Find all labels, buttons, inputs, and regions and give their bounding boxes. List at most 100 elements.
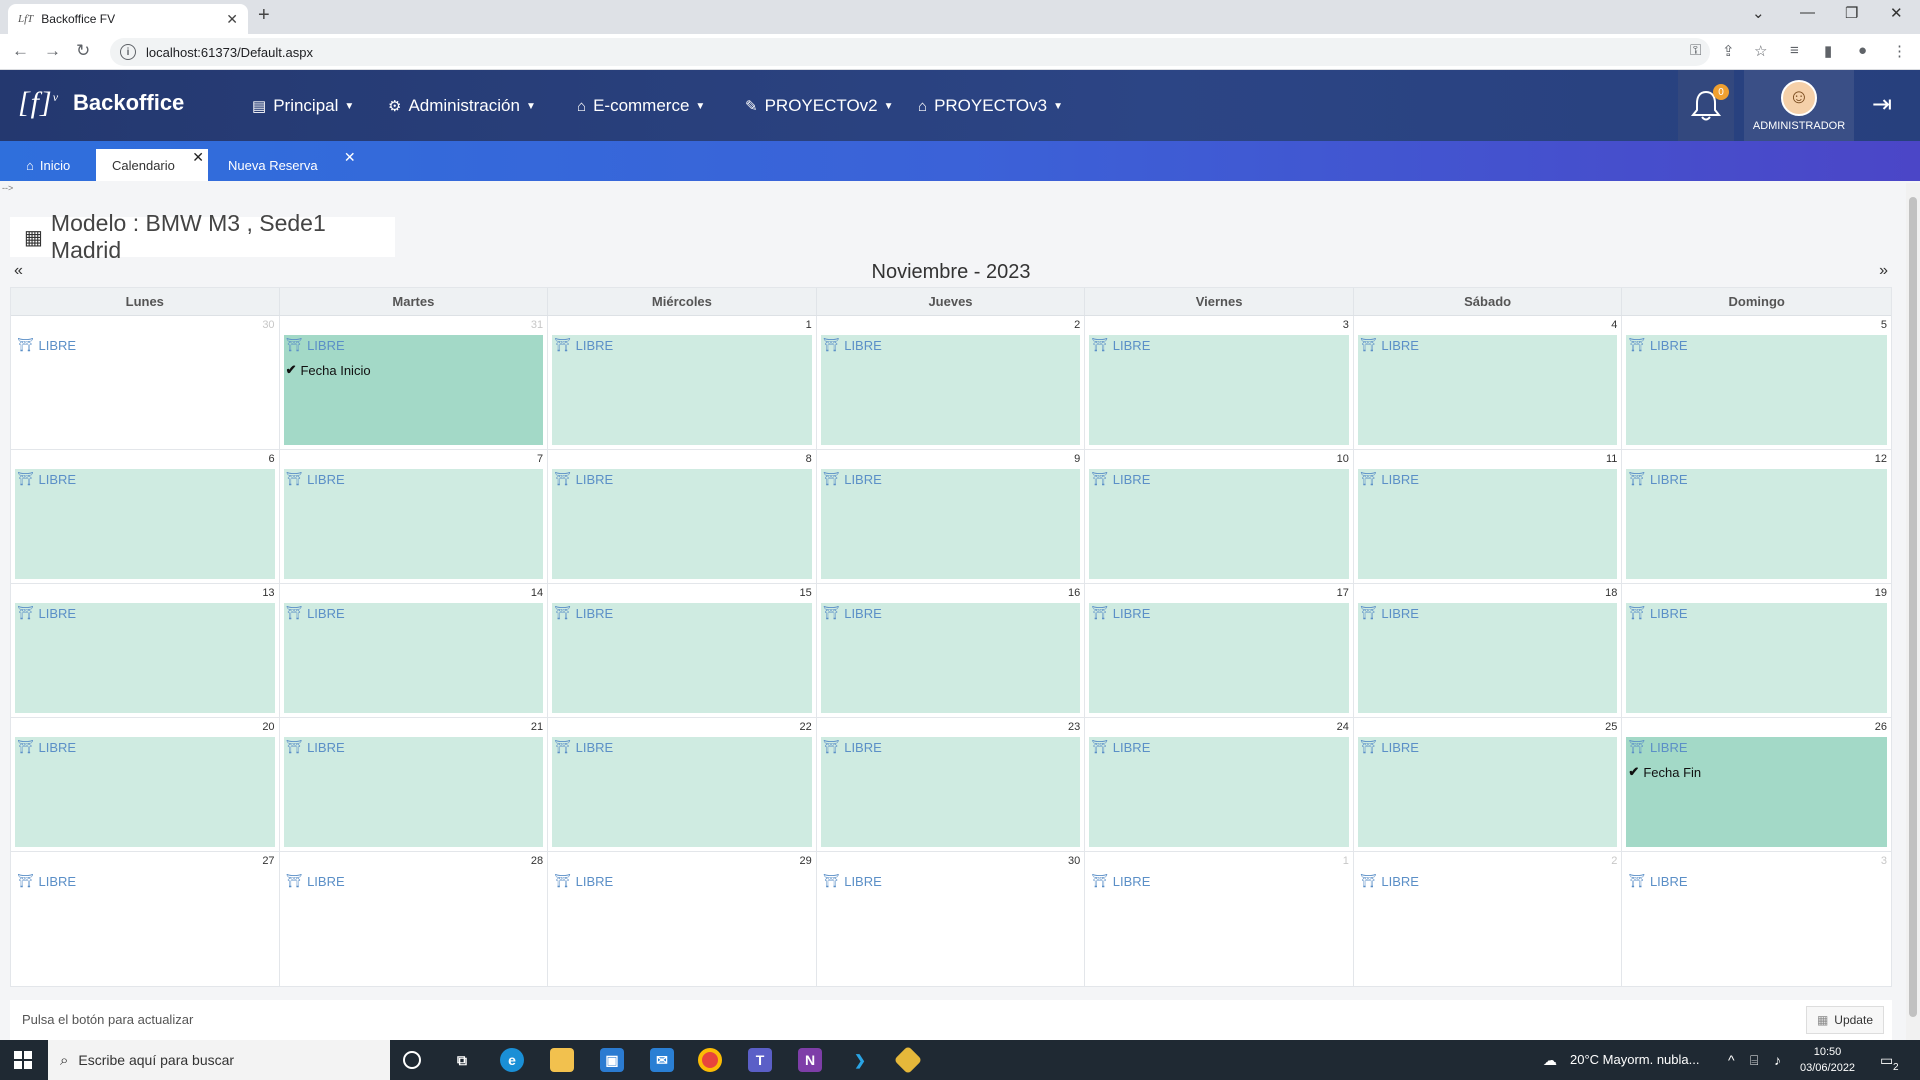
calendar-day-cell[interactable]: 20 ⛩ LIBRE [11, 718, 280, 851]
calendar-day-cell[interactable]: 13 ⛩ LIBRE [11, 584, 280, 717]
availability-slot[interactable]: ⛩ LIBRE [820, 737, 1081, 847]
calendar-day-cell[interactable]: 1 ⛩ LIBRE [548, 316, 817, 449]
availability-slot[interactable]: ⛩ LIBRE [1089, 335, 1349, 445]
availability-slot[interactable]: ⛩ LIBRE [552, 871, 812, 981]
calendar-day-cell[interactable]: 31 ⛩ LIBRE ✔ Fecha Inicio [280, 316, 549, 449]
teams-icon[interactable]: T [748, 1048, 772, 1072]
menu-proyectov2[interactable]: ✎ PROYECTOv2 ▼ [745, 96, 894, 116]
visual-studio-icon[interactable]: N [798, 1048, 822, 1072]
edge-icon[interactable]: e [500, 1048, 524, 1072]
notifications-button[interactable]: 0 [1678, 70, 1734, 141]
profile-icon[interactable]: ● [1858, 42, 1867, 59]
availability-slot[interactable]: ⛩ LIBRE ✔ Fecha Fin [1626, 737, 1887, 847]
calendar-day-cell[interactable]: 7 ⛩ LIBRE [280, 450, 549, 583]
menu-administracion[interactable]: ⚙ Administración ▼ [388, 96, 536, 116]
windows-start-icon[interactable] [14, 1051, 32, 1069]
availability-slot[interactable]: ⛩ LIBRE [15, 737, 275, 847]
availability-slot[interactable]: ⛩ LIBRE [1357, 469, 1618, 579]
forward-arrow-icon[interactable]: → [44, 41, 61, 61]
calendar-day-cell[interactable]: 24 ⛩ LIBRE [1085, 718, 1354, 851]
new-tab-button[interactable]: + [258, 4, 270, 27]
chrome-icon[interactable] [698, 1048, 722, 1072]
availability-slot[interactable]: ⛩ LIBRE [1358, 871, 1618, 981]
calendar-day-cell[interactable]: 1 ⛩ LIBRE [1085, 852, 1354, 986]
availability-slot[interactable]: ⛩ LIBRE [552, 603, 812, 713]
network-icon[interactable]: ⌸ [1750, 1052, 1758, 1069]
availability-slot[interactable]: ⛩ LIBRE [552, 335, 812, 445]
availability-slot[interactable]: ⛩ LIBRE [1357, 603, 1618, 713]
calendar-day-cell[interactable]: 2 ⛩ LIBRE [1354, 852, 1623, 986]
availability-slot[interactable]: ⛩ LIBRE [1626, 335, 1887, 445]
git-icon[interactable] [893, 1045, 923, 1075]
brand[interactable]: [f]v Backoffice [18, 86, 184, 120]
calendar-day-cell[interactable]: 15 ⛩ LIBRE [548, 584, 817, 717]
availability-slot[interactable]: ⛩ LIBRE [820, 603, 1081, 713]
calendar-day-cell[interactable]: 8 ⛩ LIBRE [548, 450, 817, 583]
availability-slot[interactable]: ⛩ LIBRE [15, 469, 275, 579]
share-icon[interactable]: ⇪ [1722, 42, 1735, 60]
tab-nueva-reserva[interactable]: Nueva Reserva ✕ [212, 149, 356, 181]
cortana-icon[interactable] [403, 1051, 421, 1069]
reading-list-icon[interactable]: ≡ [1790, 42, 1799, 59]
calendar-day-cell[interactable]: 28 ⛩ LIBRE [280, 852, 549, 986]
availability-slot[interactable]: ⛩ LIBRE [1089, 737, 1349, 847]
reload-icon[interactable]: ↻ [76, 41, 90, 61]
menu-kebab-icon[interactable]: ⋮ [1892, 42, 1907, 60]
availability-slot[interactable]: ⛩ LIBRE [1089, 871, 1349, 981]
menu-ecommerce[interactable]: ⌂ E-commerce ▼ [577, 96, 705, 116]
info-icon[interactable]: i [120, 44, 136, 60]
close-window-icon[interactable]: ✕ [1890, 4, 1903, 22]
availability-slot[interactable]: ⛩ LIBRE [821, 871, 1081, 981]
calendar-day-cell[interactable]: 19 ⛩ LIBRE [1622, 584, 1891, 717]
calendar-day-cell[interactable]: 27 ⛩ LIBRE [11, 852, 280, 986]
key-icon[interactable]: ⚿ [1690, 42, 1701, 59]
calendar-day-cell[interactable]: 6 ⛩ LIBRE [11, 450, 280, 583]
logout-icon[interactable]: ⇥ [1872, 90, 1892, 119]
next-month-button[interactable]: » [1879, 262, 1888, 280]
availability-slot[interactable]: ⛩ LIBRE [283, 603, 544, 713]
availability-slot[interactable]: ⛩ LIBRE [1626, 469, 1887, 579]
vscode-icon[interactable]: ❯ [848, 1048, 872, 1072]
page-scrollbar[interactable] [1906, 183, 1920, 1040]
star-icon[interactable]: ☆ [1754, 42, 1767, 60]
availability-slot[interactable]: ⛩ LIBRE [15, 871, 275, 981]
clock[interactable]: 10:50 03/06/2022 [1800, 1044, 1855, 1076]
calendar-day-cell[interactable]: 10 ⛩ LIBRE [1085, 450, 1354, 583]
calendar-day-cell[interactable]: 4 ⛩ LIBRE [1354, 316, 1623, 449]
file-explorer-icon[interactable] [550, 1048, 574, 1072]
taskbar-search-box[interactable]: ⌕ Escribe aquí para buscar [48, 1040, 390, 1080]
calendar-day-cell[interactable]: 21 ⛩ LIBRE [280, 718, 549, 851]
weather-text[interactable]: 20°C Mayorm. nubla... [1570, 1052, 1699, 1067]
availability-slot[interactable]: ⛩ LIBRE [1357, 335, 1618, 445]
close-tab-calendario-icon[interactable]: ✕ [192, 149, 204, 166]
chevron-up-icon[interactable]: ^ [1728, 1052, 1735, 1068]
calendar-day-cell[interactable]: 26 ⛩ LIBRE ✔ Fecha Fin [1622, 718, 1891, 851]
calendar-day-cell[interactable]: 14 ⛩ LIBRE [280, 584, 549, 717]
menu-proyectov3[interactable]: ⌂ PROYECTOv3 ▼ [918, 96, 1063, 116]
url-field[interactable]: i localhost:61373/Default.aspx [110, 38, 1710, 66]
calendar-day-cell[interactable]: 3 ⛩ LIBRE [1085, 316, 1354, 449]
calendar-day-cell[interactable]: 16 ⛩ LIBRE [817, 584, 1086, 717]
availability-slot[interactable]: ⛩ LIBRE [1626, 603, 1887, 713]
tab-inicio[interactable]: ⌂ Inicio [10, 149, 86, 181]
calendar-day-cell[interactable]: 18 ⛩ LIBRE [1354, 584, 1623, 717]
menu-principal[interactable]: ▤ Principal ▼ [252, 96, 354, 116]
tab-search-icon[interactable]: ⌄ [1752, 4, 1765, 22]
availability-slot[interactable]: ⛩ LIBRE [820, 335, 1081, 445]
minimize-icon[interactable]: — [1800, 4, 1815, 21]
availability-slot[interactable]: ⛩ LIBRE [820, 469, 1081, 579]
user-menu[interactable]: ☺ ADMINISTRADOR [1744, 70, 1854, 141]
calendar-day-cell[interactable]: 11 ⛩ LIBRE [1354, 450, 1623, 583]
scrollbar-thumb[interactable] [1909, 197, 1917, 1017]
calendar-day-cell[interactable]: 25 ⛩ LIBRE [1354, 718, 1623, 851]
close-tab-nueva-reserva-icon[interactable]: ✕ [344, 149, 356, 166]
calendar-day-cell[interactable]: 5 ⛩ LIBRE [1622, 316, 1891, 449]
side-panel-icon[interactable]: ▮ [1824, 42, 1832, 60]
volume-icon[interactable]: ♪ [1774, 1052, 1781, 1068]
availability-slot[interactable]: ⛩ LIBRE [1089, 469, 1349, 579]
calendar-day-cell[interactable]: 9 ⛩ LIBRE [817, 450, 1086, 583]
calendar-day-cell[interactable]: 30 ⛩ LIBRE [817, 852, 1086, 986]
availability-slot[interactable]: ⛩ LIBRE [15, 603, 275, 713]
calendar-day-cell[interactable]: 17 ⛩ LIBRE [1085, 584, 1354, 717]
calendar-day-cell[interactable]: 30 ⛩ LIBRE [11, 316, 280, 449]
